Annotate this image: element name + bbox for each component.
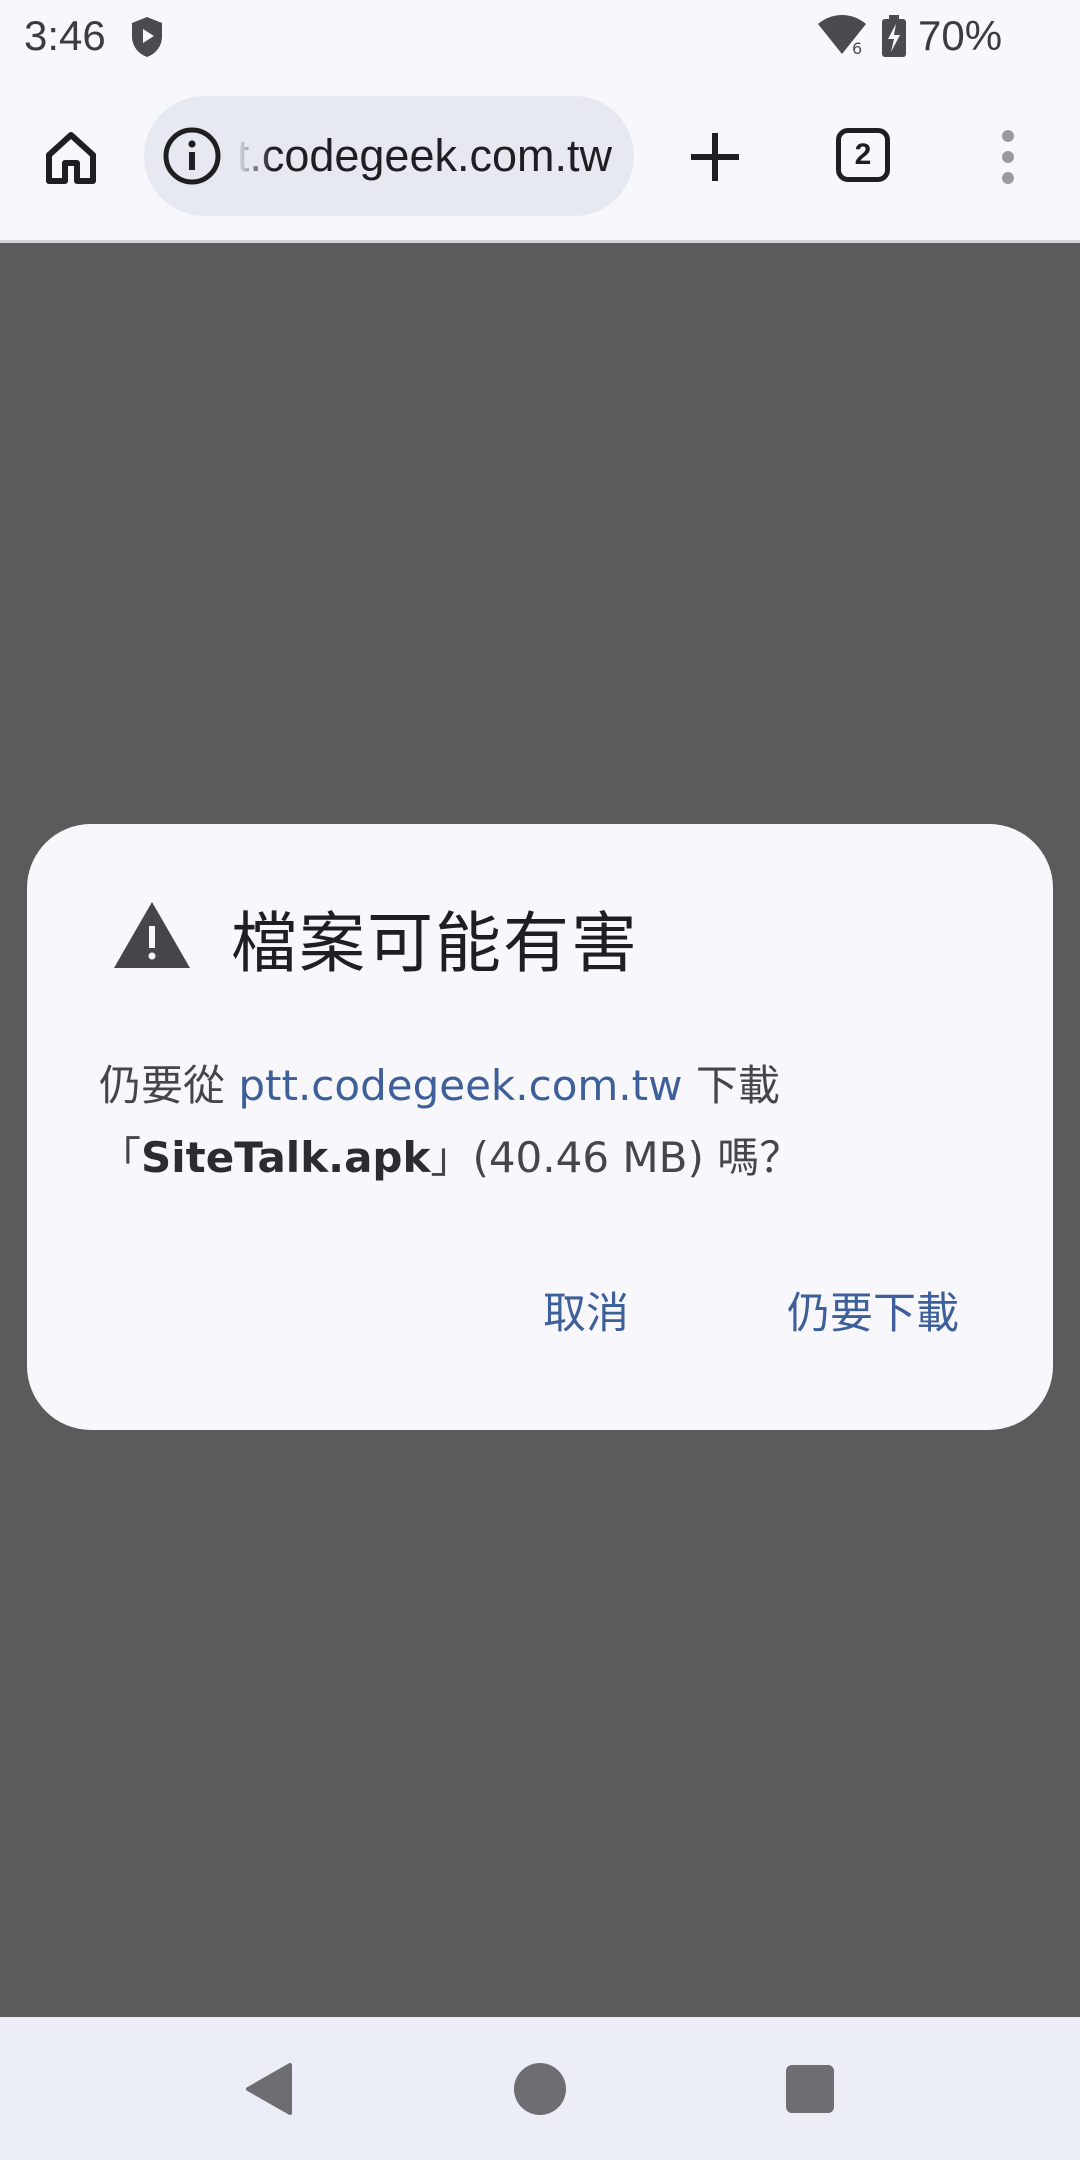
battery-charging-icon	[882, 15, 906, 57]
wifi-icon: 6	[818, 15, 866, 58]
status-time: 3:46	[24, 12, 106, 59]
download-warning-dialog: 檔案可能有害 仍要從 ptt.codegeek.com.tw 下載 「SiteT…	[27, 824, 1053, 1430]
status-bar: 3:46 6 70%	[0, 0, 1080, 76]
shield-icon	[132, 17, 162, 57]
wifi-badge: 6	[852, 39, 862, 58]
dialog-title: 檔案可能有害	[231, 905, 639, 982]
warning-icon	[114, 902, 190, 968]
message-prefix: 仍要從	[99, 1061, 239, 1110]
download-anyway-button[interactable]: 仍要下載	[787, 1274, 959, 1354]
message-mid: 下載	[682, 1061, 780, 1110]
recents-icon[interactable]	[786, 2065, 834, 2113]
message-size: (40.46 MB) 嗎？	[472, 1133, 802, 1182]
back-icon[interactable]	[242, 2061, 298, 2117]
message-file-close: 」	[430, 1133, 473, 1182]
dialog-message: 仍要從 ptt.codegeek.com.tw 下載 「SiteTalk.apk…	[99, 1050, 979, 1194]
info-icon[interactable]	[160, 124, 224, 188]
plus-icon	[691, 133, 739, 181]
system-nav-bar	[0, 2017, 1080, 2160]
message-file-open: 「	[99, 1133, 142, 1182]
url-fade	[236, 96, 272, 216]
cancel-button[interactable]: 取消	[543, 1274, 629, 1354]
home-icon	[46, 132, 96, 184]
tab-switcher-button[interactable]: 2	[836, 128, 890, 182]
home-button[interactable]	[36, 122, 106, 192]
message-filename: SiteTalk.apk	[141, 1133, 431, 1182]
message-site: ptt.codegeek.com.tw	[238, 1061, 683, 1110]
battery-percent: 70%	[918, 12, 1003, 59]
new-tab-button[interactable]	[680, 122, 750, 192]
url-text: ptt.codegeek.com.tw	[240, 130, 612, 181]
dialog-actions: 取消 仍要下載	[27, 1274, 1053, 1354]
home-circle-icon[interactable]	[514, 2063, 566, 2115]
tab-count: 2	[854, 138, 872, 171]
address-bar[interactable]: ptt.codegeek.com.tw	[144, 96, 634, 216]
more-menu-button[interactable]	[988, 122, 1028, 192]
browser-toolbar: ptt.codegeek.com.tw 2	[0, 76, 1080, 240]
